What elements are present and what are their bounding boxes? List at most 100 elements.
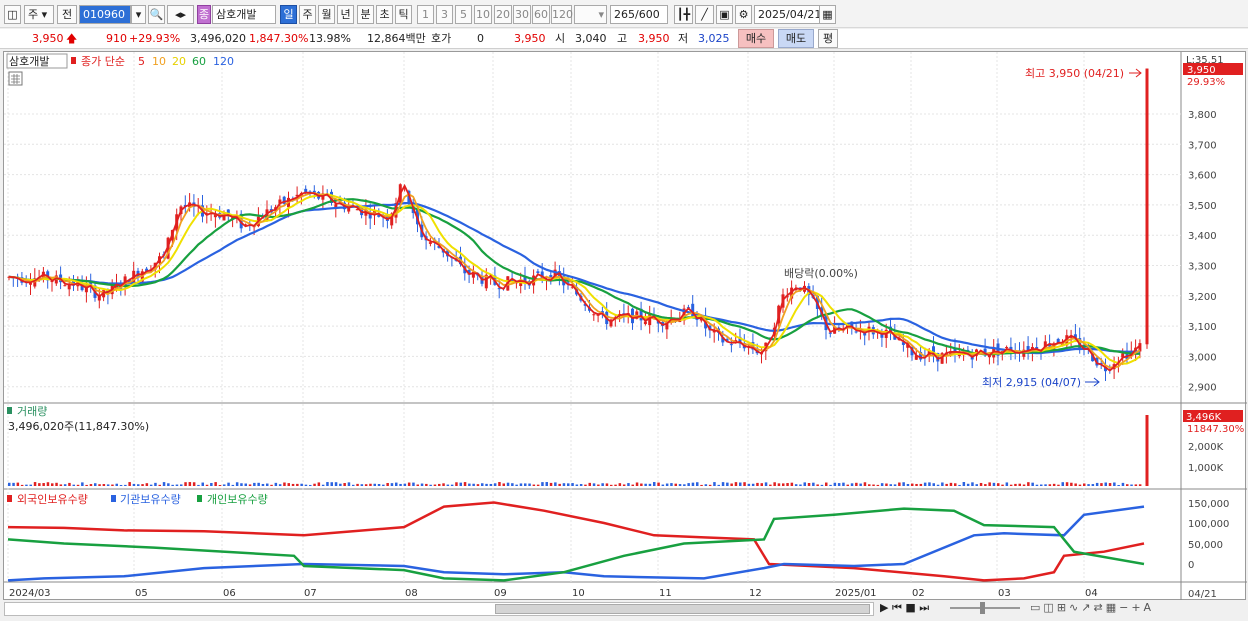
sell-button[interactable]: 매도 xyxy=(778,29,814,48)
volume-bar xyxy=(63,484,67,486)
volume-bar xyxy=(756,482,759,486)
x-tick-label: 03 xyxy=(998,588,1011,599)
trend-icon[interactable]: ↗ xyxy=(1081,601,1093,614)
buy-button[interactable]: 매수 xyxy=(738,29,774,48)
average-button[interactable]: 평 xyxy=(818,29,838,48)
x-tick-label: 2024/03 xyxy=(9,588,51,599)
volume-bar xyxy=(1104,482,1107,486)
table-toggle-icon[interactable] xyxy=(8,71,23,86)
volume-bar xyxy=(979,482,983,486)
volume-tick-1000k: 1,000K xyxy=(1188,463,1224,474)
search-icon[interactable]: 🔍 xyxy=(148,5,165,24)
interval-60-button[interactable]: 60 xyxy=(532,5,550,24)
interval-30-button[interactable]: 30 xyxy=(513,5,531,24)
zoom-slider-handle[interactable] xyxy=(980,602,985,614)
ma-60-label[interactable]: 60 xyxy=(192,55,206,68)
volume-bar xyxy=(868,484,871,486)
stop-icon[interactable]: ■ xyxy=(905,601,915,614)
legend-individual[interactable]: 개인보유수량 xyxy=(207,493,268,506)
stock-chart[interactable]: 삼호개발 종가 단순 5 10 20 60 120 최고 3,950 (04/2… xyxy=(3,51,1247,601)
period-day-tab[interactable]: 일 xyxy=(280,5,297,24)
period-tick-tab[interactable]: 틱 xyxy=(395,5,412,24)
volume-bar xyxy=(592,483,596,486)
volume-bar xyxy=(627,483,630,486)
volume-bar xyxy=(85,484,88,486)
volume-bar xyxy=(562,483,566,486)
interval-3-button[interactable]: 3 xyxy=(436,5,453,24)
interval-10-button[interactable]: 10 xyxy=(474,5,492,24)
font-size-icon[interactable]: A xyxy=(1144,601,1155,614)
date-field[interactable]: 2025/04/21 xyxy=(754,5,826,24)
stock-code-input[interactable]: 010960 xyxy=(79,5,131,24)
volume-bar xyxy=(579,484,583,486)
volume-bar xyxy=(12,482,15,486)
period-month-tab[interactable]: 월 xyxy=(318,5,335,24)
volume-pct: 1,847.30% xyxy=(249,32,309,45)
ma-10-label[interactable]: 10 xyxy=(152,55,166,68)
calendar-icon[interactable]: ▦ xyxy=(819,5,836,24)
volume-bar xyxy=(498,482,501,486)
interval-5-button[interactable]: 5 xyxy=(455,5,472,24)
chart-canvas[interactable]: 삼호개발 종가 단순 5 10 20 60 120 최고 3,950 (04/2… xyxy=(4,52,1247,601)
legend-institution[interactable]: 기관보유수량 xyxy=(120,493,181,506)
stock-name-field[interactable]: 삼호개발 xyxy=(212,5,276,24)
volume-tick-2000k: 2,000K xyxy=(1188,442,1224,453)
market-select[interactable]: 주 ▾ xyxy=(24,5,54,24)
zoom-slider[interactable] xyxy=(950,602,1020,614)
ma-20-label[interactable]: 20 xyxy=(172,55,186,68)
rewind-icon[interactable]: ⏮ xyxy=(892,601,902,614)
volume-bar xyxy=(880,483,884,486)
ma-5-label[interactable]: 5 xyxy=(138,55,145,68)
period-second-tab[interactable]: 초 xyxy=(376,5,393,24)
x-tick-label: 10 xyxy=(572,588,585,599)
grid-view-icon[interactable]: ▦ xyxy=(1106,601,1119,614)
interval-20-button[interactable]: 20 xyxy=(494,5,512,24)
volume-bar xyxy=(201,482,204,486)
interval-120-button[interactable]: 120 xyxy=(551,5,573,24)
interval-dropdown[interactable]: ▾ xyxy=(574,5,607,24)
draw-tool-icon[interactable]: ╱ xyxy=(695,5,714,24)
volume-title[interactable]: 거래량 xyxy=(17,405,47,418)
panel-layout-icon[interactable]: ▭ xyxy=(1030,601,1043,614)
volume-bar xyxy=(739,482,742,486)
play-forward-icon[interactable]: ▶ xyxy=(880,601,888,614)
history-nav-icon[interactable]: ◂▸ xyxy=(167,5,194,24)
volume-bar xyxy=(253,482,256,486)
window-menu-icon[interactable]: ◫ xyxy=(4,5,21,24)
volume-bar xyxy=(343,483,346,486)
zoom-out-icon[interactable]: − xyxy=(1119,601,1131,614)
candle-type-icon[interactable]: ┃╋ xyxy=(674,5,693,24)
period-year-tab[interactable]: 년 xyxy=(337,5,354,24)
analysis-icon[interactable]: ∿ xyxy=(1069,601,1081,614)
high-note-arrow-icon xyxy=(1129,68,1142,78)
split-view-icon[interactable]: ◫ xyxy=(1043,601,1056,614)
volume-bar xyxy=(558,483,561,486)
overlay-icon[interactable]: ⊞ xyxy=(1057,601,1069,614)
scrollbar-thumb[interactable] xyxy=(495,604,870,614)
volume-info: 3,496,020주(11,847.30%) xyxy=(8,420,149,433)
x-tick-label: 05 xyxy=(135,588,148,599)
period-week-tab[interactable]: 주 xyxy=(299,5,316,24)
volume-bar xyxy=(640,483,643,486)
volume-bar xyxy=(68,482,71,486)
zoom-in-icon[interactable]: + xyxy=(1131,601,1143,614)
price-tick-label: 3,100 xyxy=(1188,322,1217,333)
save-icon[interactable]: ▣ xyxy=(716,5,733,24)
code-dropdown-icon[interactable]: ▾ xyxy=(131,5,146,24)
legend-foreign[interactable]: 외국인보유수량 xyxy=(17,493,88,506)
fast-forward-icon[interactable]: ⏭ xyxy=(919,601,929,614)
count-field[interactable]: 265/600 xyxy=(610,5,668,24)
volume-bar xyxy=(59,484,63,486)
settings-gear-icon[interactable]: ⚙ xyxy=(735,5,752,24)
candle-body xyxy=(29,283,32,285)
volume-bar xyxy=(124,484,127,486)
volume-bar xyxy=(1061,482,1064,486)
volume-bar xyxy=(283,482,286,486)
horizontal-scrollbar[interactable] xyxy=(4,602,874,616)
compare-icon[interactable]: ⇄ xyxy=(1093,601,1105,614)
volume-bar xyxy=(266,483,269,486)
period-minute-tab[interactable]: 분 xyxy=(357,5,374,24)
prev-button[interactable]: 전 xyxy=(57,5,77,24)
interval-1-button[interactable]: 1 xyxy=(417,5,434,24)
ma-120-label[interactable]: 120 xyxy=(213,55,234,68)
